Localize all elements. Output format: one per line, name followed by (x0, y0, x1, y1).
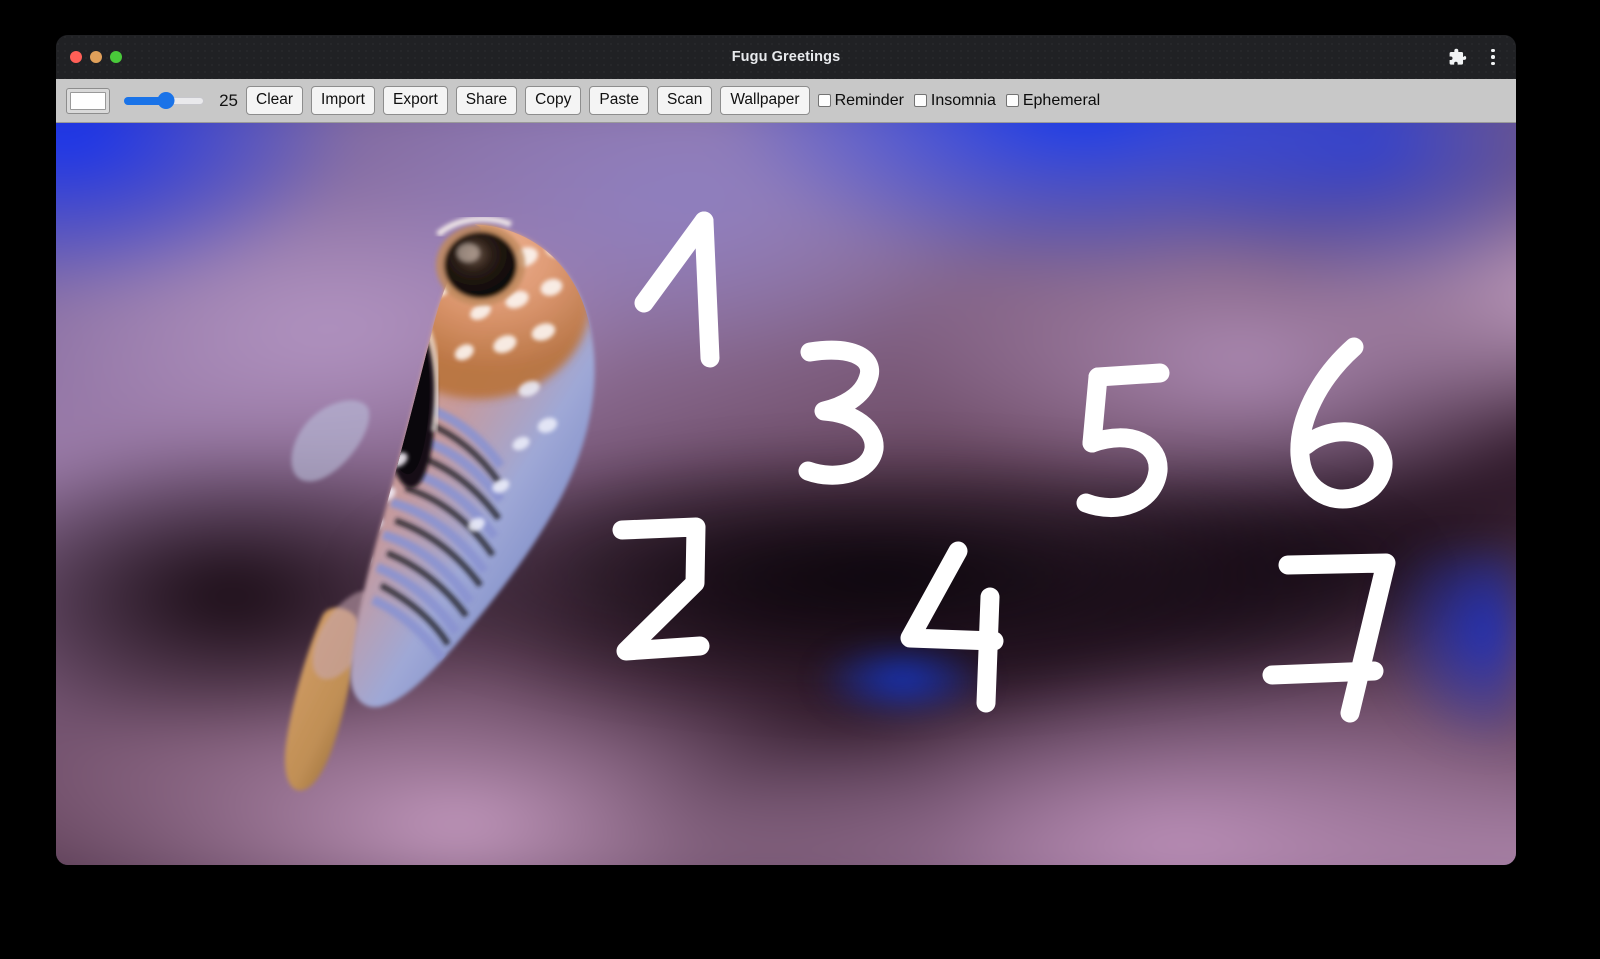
color-picker-swatch (70, 91, 106, 110)
export-button[interactable]: Export (382, 86, 448, 115)
drawing-canvas[interactable] (56, 123, 1516, 865)
traffic-light-buttons (70, 51, 122, 63)
insomnia-checkbox[interactable]: Insomnia (913, 91, 996, 110)
water-blue-patch (815, 642, 991, 717)
browser-window: Fugu Greetings 25 Clear Import Export Sh… (56, 35, 1516, 865)
titlebar-actions (1446, 46, 1504, 68)
clear-button[interactable]: Clear (246, 86, 304, 115)
extensions-puzzle-icon[interactable] (1446, 46, 1468, 68)
line-width-slider[interactable] (124, 90, 204, 112)
slider-thumb[interactable] (157, 92, 175, 109)
import-button[interactable]: Import (311, 86, 375, 115)
insomnia-checkbox-label: Insomnia (930, 91, 996, 109)
app-toolbar: 25 Clear Import Export Share Copy Paste … (56, 79, 1516, 123)
ephemeral-checkbox[interactable]: Ephemeral (1005, 91, 1101, 110)
screen: Fugu Greetings 25 Clear Import Export Sh… (0, 0, 1600, 959)
copy-button[interactable]: Copy (525, 86, 582, 115)
scan-button[interactable]: Scan (657, 86, 713, 115)
reminder-checkbox-label: Reminder (834, 91, 904, 109)
minimize-window-button[interactable] (90, 51, 102, 63)
maximize-window-button[interactable] (110, 51, 122, 63)
close-window-button[interactable] (70, 51, 82, 63)
color-picker[interactable] (66, 87, 110, 114)
paste-button[interactable]: Paste (589, 86, 649, 115)
window-title: Fugu Greetings (731, 49, 841, 65)
share-button[interactable]: Share (455, 86, 518, 115)
line-width-value: 25 (219, 90, 238, 110)
water-blue-right (1384, 553, 1516, 747)
wallpaper-button[interactable]: Wallpaper (720, 86, 810, 115)
kebab-menu-icon[interactable] (1482, 46, 1504, 68)
pufferfish-photo-subject (224, 190, 662, 798)
ephemeral-checkbox-box[interactable] (1005, 94, 1019, 107)
reminder-checkbox[interactable]: Reminder (817, 91, 904, 110)
title-bar: Fugu Greetings (56, 35, 1516, 79)
insomnia-checkbox-box[interactable] (913, 94, 927, 107)
reminder-checkbox-box[interactable] (817, 94, 831, 107)
ephemeral-checkbox-label: Ephemeral (1022, 91, 1101, 109)
